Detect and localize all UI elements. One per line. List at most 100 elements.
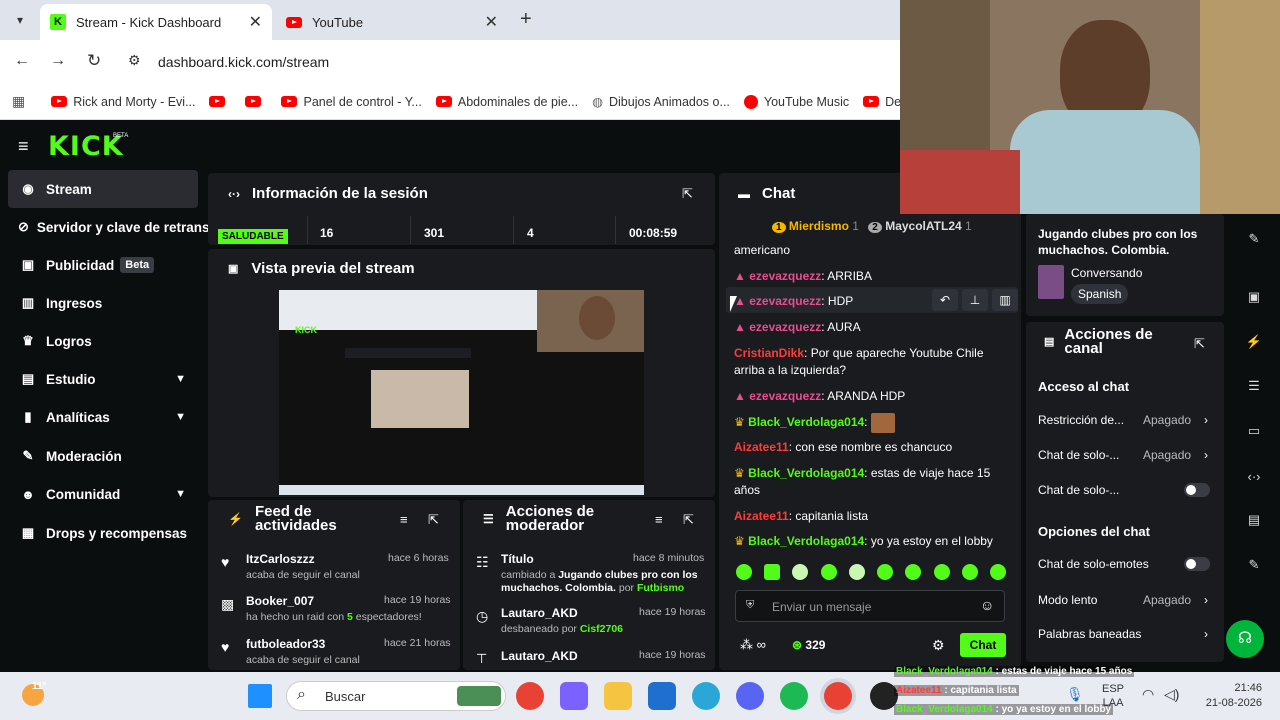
mic-icon[interactable]: 🎙 bbox=[1066, 686, 1084, 703]
emote-icon[interactable] bbox=[961, 564, 978, 580]
reply-icon[interactable]: ↶ bbox=[932, 289, 958, 311]
filter-icon[interactable]: ≡ bbox=[655, 512, 663, 527]
pin-icon[interactable]: ⊥ bbox=[962, 289, 988, 311]
setting-row[interactable]: Restricción de... Apagado › bbox=[1026, 413, 1224, 427]
emote-icon[interactable] bbox=[905, 564, 922, 580]
overlay-chat-line: Black_Verdolaga014 : yo ya estoy en el l… bbox=[894, 704, 1114, 715]
tab-kick-dashboard[interactable]: K Stream - Kick Dashboard ✕ bbox=[40, 4, 272, 40]
clipboard-icon[interactable]: ▤ bbox=[1236, 503, 1272, 537]
sidebar-item-server[interactable]: ⊘ Servidor y clave de retrans bbox=[8, 208, 208, 246]
chat-settings-icon[interactable]: ⚙ bbox=[932, 637, 945, 654]
stat-viewers: 16 bbox=[320, 226, 334, 240]
setting-row[interactable]: Chat de solo-... Apagado › bbox=[1026, 448, 1224, 462]
bolt-icon[interactable]: ⚡ bbox=[1236, 325, 1272, 359]
stat-uptime: 00:08:59 bbox=[629, 226, 678, 240]
emoji-icon[interactable]: ☺ bbox=[980, 597, 994, 613]
bookmark-youtube-1[interactable] bbox=[209, 96, 231, 107]
feed-title: ⚡ Feed de actividades bbox=[228, 503, 337, 534]
emote-icon[interactable] bbox=[989, 564, 1006, 580]
close-tab-icon[interactable]: ✕ bbox=[485, 12, 498, 32]
chat-title: ▬ Chat bbox=[738, 185, 796, 202]
reload-icon[interactable]: ↻ bbox=[87, 51, 101, 71]
expand-icon[interactable]: ⇱ bbox=[682, 186, 693, 202]
bookmark-2[interactable]: Panel de control - Y... bbox=[281, 95, 422, 109]
url-field[interactable]: dashboard.kick.com/stream bbox=[158, 54, 329, 70]
sidebar-item-achievements[interactable]: ♛ Logros bbox=[8, 322, 198, 360]
sidebar-item-drops[interactable]: ▦ Drops y recompensas bbox=[8, 514, 198, 552]
emote-icon[interactable] bbox=[764, 564, 781, 580]
mod-title: ☰ Acciones de moderador bbox=[483, 503, 595, 534]
chrome-icon[interactable] bbox=[516, 682, 544, 710]
monitor-icon: ▣ bbox=[228, 263, 239, 275]
sidebar-item-income[interactable]: ▥ Ingresos bbox=[8, 284, 198, 322]
toggle-switch[interactable] bbox=[1184, 557, 1210, 571]
bolt-icon: ⚡ bbox=[228, 512, 243, 526]
back-icon[interactable]: ← bbox=[14, 52, 30, 70]
language-indicator[interactable]: ESP LAA bbox=[1102, 682, 1124, 710]
chevron-down-icon: ▼ bbox=[175, 411, 186, 423]
preview-title: ▣ Vista previa del stream bbox=[228, 260, 415, 277]
bookmark-3[interactable]: Abdominales de pie... bbox=[435, 95, 578, 109]
toggle-switch[interactable] bbox=[1184, 483, 1210, 497]
bookmark-5[interactable]: YouTube Music bbox=[743, 94, 849, 109]
bookmark-4[interactable]: ◍ Dibujos Animados o... bbox=[592, 94, 730, 110]
setting-row[interactable]: Modo lento Apagado › bbox=[1026, 593, 1224, 607]
support-button[interactable]: ☊ bbox=[1226, 620, 1264, 658]
sidebar-item-moderation[interactable]: ✎ Moderación bbox=[8, 437, 198, 475]
close-tab-icon[interactable]: ✕ bbox=[249, 12, 262, 32]
bookmark-1[interactable]: Rick and Morty - Evi... bbox=[51, 95, 195, 109]
emote-icon[interactable] bbox=[820, 564, 837, 580]
bookmark-youtube-2[interactable] bbox=[245, 96, 267, 107]
tab-list-icon[interactable]: ▾ bbox=[10, 10, 30, 30]
sidebar-item-ads[interactable]: ▣ Publicidad Beta bbox=[8, 246, 198, 284]
mod-actions-panel: ☰ Acciones de moderador ≡ ⇱ ☷ Título hace… bbox=[463, 500, 715, 670]
apps-grid-icon[interactable]: ▦ bbox=[12, 93, 25, 110]
globe-icon: ◍ bbox=[592, 95, 603, 109]
heart-icon: ♥ bbox=[221, 554, 230, 570]
emote-icon[interactable] bbox=[736, 564, 752, 580]
list-icon[interactable]: ☰ bbox=[1236, 369, 1272, 403]
sidebar-item-stream[interactable]: ◉ Stream bbox=[8, 170, 198, 208]
sidebar-item-analytics[interactable]: ▮ Analíticas ▼ bbox=[8, 398, 198, 436]
setting-row[interactable]: Palabras baneadas › bbox=[1026, 627, 1224, 641]
preview-video[interactable]: KICK bbox=[279, 290, 644, 495]
chat-bubble-icon[interactable]: ▭ bbox=[1236, 414, 1272, 448]
emote-icon[interactable] bbox=[877, 564, 894, 580]
emote-icon[interactable] bbox=[933, 564, 950, 580]
edit-icon[interactable]: ✎ bbox=[1236, 222, 1272, 256]
forward-icon[interactable]: → bbox=[50, 52, 66, 70]
signal-icon[interactable]: ‹·› bbox=[1236, 459, 1272, 493]
monitor-icon[interactable]: ▣ bbox=[1236, 280, 1272, 314]
edge-icon[interactable] bbox=[692, 682, 720, 710]
site-info-icon[interactable]: ⚙ bbox=[128, 52, 141, 69]
chrome-active-icon[interactable] bbox=[824, 682, 852, 710]
clock[interactable]: 21:46 21-08-2026 bbox=[1196, 681, 1262, 711]
discord-icon[interactable] bbox=[736, 682, 764, 710]
wifi-icon[interactable]: ◠ bbox=[1142, 686, 1154, 703]
wrench-icon[interactable]: ✎ bbox=[1236, 548, 1272, 582]
taskbar-search[interactable]: ⌕ Buscar bbox=[286, 681, 506, 711]
chat-input[interactable]: ⛨ Enviar un mensaje ☺ bbox=[735, 590, 1005, 622]
sidebar: ◉ Stream ⊘ Servidor y clave de retrans ▣ Pu… bbox=[0, 168, 208, 548]
volume-icon[interactable]: ◁) bbox=[1164, 686, 1179, 703]
start-icon[interactable] bbox=[248, 684, 272, 708]
file-explorer-icon[interactable] bbox=[604, 682, 632, 710]
chat-message: americano bbox=[734, 243, 791, 257]
emote-icon[interactable] bbox=[792, 564, 809, 580]
emote-icon[interactable] bbox=[848, 564, 865, 580]
infinity-icon[interactable]: ⁂ ∞ bbox=[740, 637, 766, 653]
menu-icon[interactable]: ≡ bbox=[18, 136, 29, 157]
expand-icon[interactable]: ⇱ bbox=[683, 512, 694, 528]
expand-icon[interactable]: ⇱ bbox=[1194, 336, 1205, 352]
filter-icon[interactable]: ≡ bbox=[400, 512, 408, 527]
tab-youtube[interactable]: YouTube ✕ bbox=[276, 4, 508, 40]
expand-icon[interactable]: ⇱ bbox=[428, 512, 439, 528]
sidebar-item-community[interactable]: ☻ Comunidad ▼ bbox=[8, 475, 198, 513]
chat-send-button[interactable]: Chat bbox=[960, 633, 1006, 657]
copilot-icon[interactable] bbox=[560, 682, 588, 710]
spotify-icon[interactable] bbox=[780, 682, 808, 710]
sidebar-item-studio[interactable]: ▤ Estudio ▼ bbox=[8, 360, 198, 398]
delete-icon[interactable]: ▥ bbox=[992, 289, 1018, 311]
new-tab-icon[interactable]: + bbox=[520, 8, 532, 31]
store-icon[interactable] bbox=[648, 682, 676, 710]
